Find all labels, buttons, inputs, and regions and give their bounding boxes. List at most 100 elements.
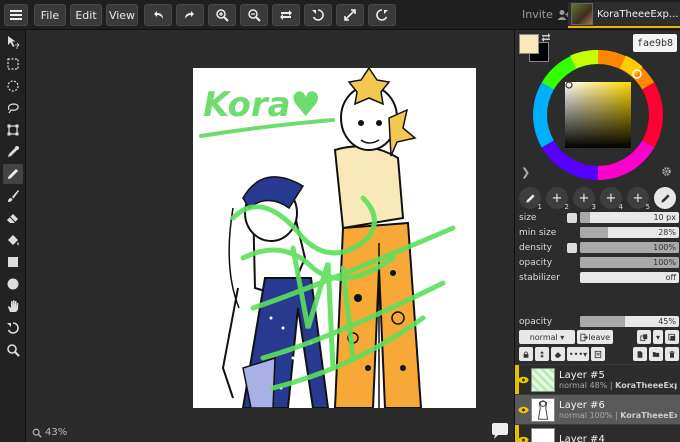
merge-layer-button[interactable] [665,330,679,344]
flip-button[interactable] [272,4,300,26]
gear-icon[interactable] [661,166,672,177]
flip-horizontal-icon [280,10,292,20]
clear-layer-button[interactable] [551,347,565,361]
lock-icon [523,351,529,358]
chevron-right-icon[interactable]: ❯ [521,166,530,179]
hand-tool[interactable] [3,296,23,316]
rect-select-tool[interactable] [3,54,23,74]
brush-slot-number: 1 [537,203,542,211]
brush-slot-4[interactable]: +4 [600,187,623,211]
new-folder-button[interactable] [649,347,663,361]
layer-name: Layer #5 [559,369,605,381]
ellipse-tool[interactable] [3,274,23,294]
rotate-left-button[interactable] [304,4,332,26]
move-layer-button[interactable] [535,347,549,361]
layer-meta: normal 100% | KoraTheeeExp... [559,410,677,420]
brush-slot-2[interactable]: +2 [546,187,569,211]
delete-layer-button[interactable] [665,347,679,361]
layer-settings-button[interactable] [591,347,605,361]
chat-bubble-icon [492,423,508,439]
leave-button[interactable]: leave [577,330,613,344]
lasso-icon [7,103,19,114]
hand-icon [8,300,19,312]
lock-layer-button[interactable] [519,347,533,361]
min-size-bar[interactable]: 28% [580,227,679,238]
view-menu-button[interactable]: View [106,4,138,26]
move-tool[interactable] [3,32,23,52]
opacity-slider[interactable]: opacity 100% [519,256,679,269]
brush-slot-6[interactable]: 6 [654,187,677,211]
size-pressure-toggle[interactable] [567,212,577,223]
undo-button[interactable] [144,4,172,26]
layer-row[interactable]: Layer #4 [515,424,680,442]
pen-tool[interactable] [3,164,23,184]
layer-name: Layer #6 [559,399,605,411]
canvas-workspace[interactable]: Kora♥ 43% [26,30,514,442]
stabilizer-bar[interactable]: off [580,272,679,283]
layer-row[interactable]: Layer #5 normal 48% | KoraTheeeExp... [515,364,680,394]
brush-slot-3[interactable]: +3 [573,187,596,211]
rectangle-tool[interactable] [3,252,23,272]
eye-icon[interactable] [515,436,531,442]
file-menu-button[interactable]: File [34,4,66,26]
zoom-in-button[interactable] [208,4,236,26]
layer-row[interactable]: Layer #6 normal 100% | KoraTheeeExp... [515,394,680,424]
leave-label: leave [588,332,610,342]
fill-tool[interactable] [3,230,23,250]
redo-button[interactable] [176,4,204,26]
stabilizer-value: off [665,273,676,282]
zoom-indicator[interactable]: 43% [32,427,67,438]
stabilizer-slider[interactable]: stabilizer off [519,271,679,284]
fit-screen-button[interactable] [336,4,364,26]
zoom-out-button[interactable] [240,4,268,26]
blend-mode-select[interactable]: normal ▾ [519,330,575,344]
size-bar[interactable]: 10 px [580,212,679,223]
density-slider[interactable]: density 100% [519,241,679,254]
new-page-icon [637,350,643,358]
eyedropper-icon [8,146,19,157]
chevron-down-icon[interactable]: ▾ [653,330,663,344]
eyedropper-tool[interactable] [3,142,23,162]
layer-name: Layer #4 [559,434,605,442]
tool-bar [0,30,26,442]
transform-tool[interactable] [3,120,23,140]
min-size-slider[interactable]: min size 28% [519,226,679,239]
hamburger-menu-button[interactable] [4,4,28,26]
eye-icon[interactable] [515,406,531,414]
ellipse-select-tool[interactable] [3,76,23,96]
lasso-tool[interactable] [3,98,23,118]
invite-button[interactable]: Invite [522,8,571,21]
rotate-left-icon [312,9,324,21]
layer-opacity-bar[interactable]: 45% [580,316,679,327]
brush-slot-number: 3 [591,203,596,211]
swap-colors-icon[interactable] [541,32,551,42]
size-slider[interactable]: size 10 px [519,211,679,224]
density-label: density [519,242,552,253]
eraser-tool[interactable] [3,208,23,228]
more-icon: •••▾ [568,349,588,359]
color-wheel[interactable] [533,50,663,180]
brush-slot-1[interactable]: 1 [519,187,542,211]
eye-icon[interactable] [515,376,531,384]
brush-tool[interactable] [3,186,23,206]
brush-slot-5[interactable]: +5 [627,187,650,211]
density-bar[interactable]: 100% [580,242,679,253]
zoom-tool[interactable] [3,340,23,360]
brush-slot-number: 4 [618,203,623,211]
invite-label: Invite [522,8,553,21]
menu-icon [10,10,22,20]
more-options-button[interactable]: •••▾ [567,347,589,361]
layer-opacity-slider[interactable]: opacity 45% [519,315,679,328]
new-layer-button[interactable] [633,347,647,361]
rotate-tool[interactable] [3,318,23,338]
edit-menu-button[interactable]: Edit [70,4,102,26]
opacity-bar[interactable]: 100% [580,257,679,268]
density-pressure-toggle[interactable] [567,242,577,253]
duplicate-layer-button[interactable] [637,330,651,344]
chat-button[interactable] [490,422,510,440]
rotate-right-button[interactable] [368,4,396,26]
layer-toolbar-top: normal ▾ leave ▾ [519,330,679,344]
user-chip[interactable]: KoraTheeeExp... [568,2,680,28]
drawing-canvas[interactable]: Kora♥ [193,68,476,408]
